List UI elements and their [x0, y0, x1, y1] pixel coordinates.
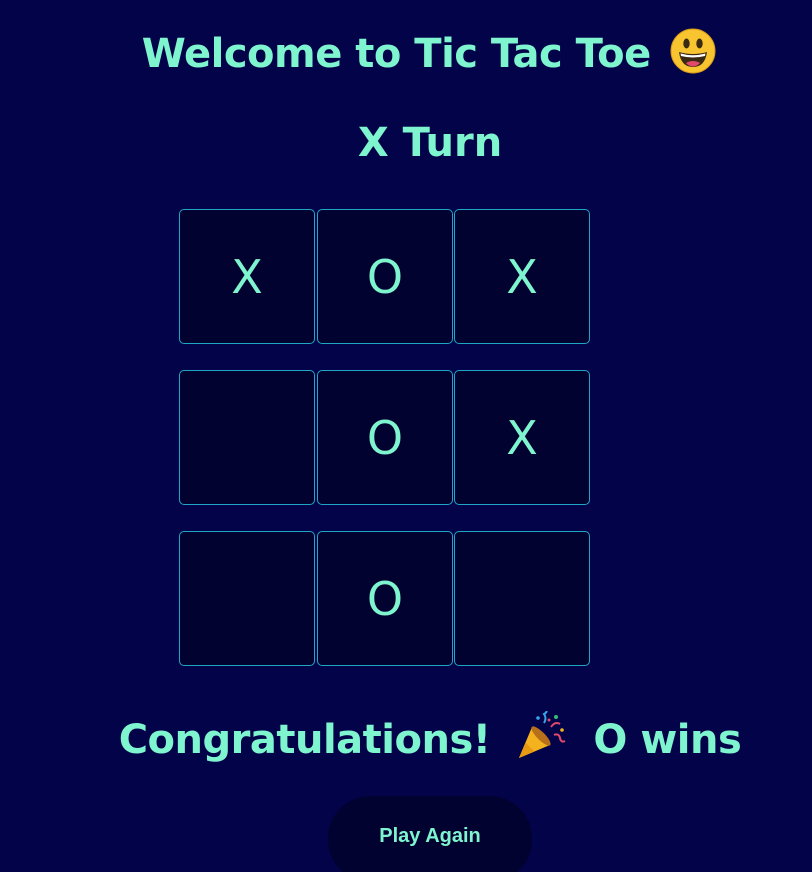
winner-message-prefix: Congratulations!	[118, 717, 491, 763]
board-cell-6[interactable]: X	[454, 370, 590, 505]
winner-message: Congratulations! O wins	[0, 710, 812, 770]
page-title: Welcome to Tic Tac Toe	[0, 26, 812, 82]
play-again-button[interactable]: Play Again	[328, 796, 532, 872]
board-cell-5[interactable]: O	[317, 370, 453, 505]
game-board: X O X O X O	[179, 209, 592, 667]
board-cell-1[interactable]: X	[179, 209, 315, 344]
board-cell-3[interactable]: X	[454, 209, 590, 344]
board-cell-9[interactable]	[454, 531, 590, 666]
board-cell-8[interactable]: O	[317, 531, 453, 666]
title-text: Welcome to Tic Tac Toe	[141, 31, 651, 77]
winner-message-suffix: O wins	[593, 717, 742, 763]
party-popper-icon	[518, 711, 566, 758]
board-cell-7[interactable]	[179, 531, 315, 666]
board-cell-4[interactable]	[179, 370, 315, 505]
turn-indicator: X Turn	[357, 120, 503, 166]
grinning-face-icon	[670, 28, 716, 74]
board-cell-2[interactable]: O	[317, 209, 453, 344]
